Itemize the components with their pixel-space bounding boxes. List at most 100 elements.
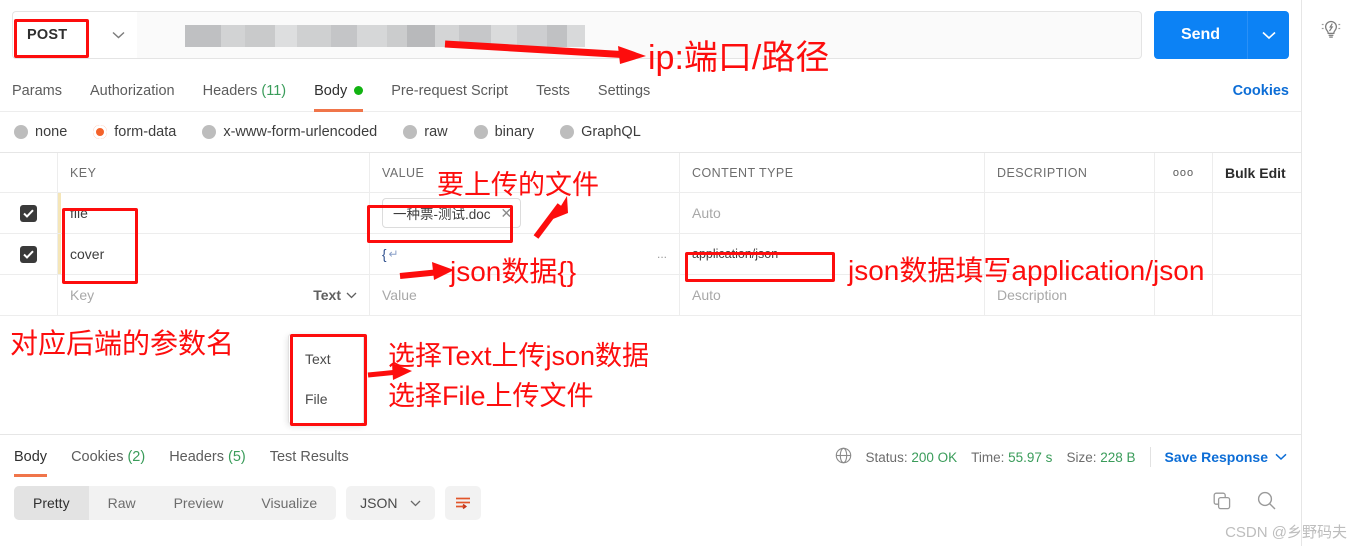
- response-tab-headers[interactable]: Headers (5): [169, 435, 246, 479]
- divider: [1149, 447, 1151, 467]
- response-tab-test-results-label: Test Results: [269, 449, 349, 465]
- body-type-raw-label: raw: [424, 124, 448, 140]
- size-text: Size: 228 B: [1066, 449, 1136, 465]
- body-type-binary[interactable]: binary: [473, 124, 534, 140]
- format-pretty[interactable]: Pretty: [14, 486, 89, 520]
- tab-headers[interactable]: Headers (11): [203, 70, 287, 112]
- response-pane: Body Cookies (2) Headers (5) Test Result…: [0, 434, 1301, 546]
- table-row: file 一种票-测试.doc ✕ Auto: [0, 193, 1301, 234]
- value-type-selector[interactable]: Text: [313, 287, 357, 303]
- tab-params[interactable]: Params: [12, 70, 62, 112]
- radio-icon: [14, 125, 28, 139]
- file-remove-icon[interactable]: ✕: [501, 206, 513, 220]
- body-type-graphql[interactable]: GraphQL: [560, 124, 641, 140]
- response-tab-cookies-count: (2): [127, 449, 146, 465]
- row-checkbox-file[interactable]: [20, 204, 37, 222]
- send-options-button[interactable]: [1247, 11, 1289, 59]
- wrap-text-icon: [455, 497, 470, 510]
- tab-tests[interactable]: Tests: [536, 70, 570, 112]
- tab-body-label: Body: [314, 82, 348, 99]
- newline-glyph-icon: ↵: [388, 247, 399, 261]
- response-actions: [1212, 490, 1287, 516]
- tab-pre-request-script-label: Pre-request Script: [391, 82, 509, 99]
- save-response-button[interactable]: Save Response: [1165, 449, 1288, 465]
- main-column: POST Send Params Authorization Headers (…: [0, 0, 1301, 546]
- send-button[interactable]: Send: [1154, 11, 1247, 59]
- file-chip[interactable]: 一种票-测试.doc ✕: [382, 198, 522, 228]
- save-response-label: Save Response: [1164, 449, 1269, 465]
- response-tab-body[interactable]: Body: [14, 435, 48, 479]
- body-type-graphql-label: GraphQL: [581, 124, 641, 140]
- header-content-type: CONTENT TYPE: [692, 165, 794, 180]
- dropdown-option-text[interactable]: Text: [289, 339, 363, 379]
- table-options-icon[interactable]: ooo: [1173, 167, 1194, 179]
- watermark: CSDN @乡野码夫: [1225, 524, 1347, 541]
- body-type-none[interactable]: none: [14, 124, 67, 140]
- empty-key-placeholder[interactable]: Key: [70, 287, 94, 303]
- time-value: 55.97 s: [1008, 449, 1053, 465]
- response-tab-headers-count: (5): [228, 449, 246, 465]
- http-method-label: POST: [27, 27, 68, 43]
- url-input[interactable]: [137, 11, 1142, 59]
- empty-value-placeholder[interactable]: Value: [382, 287, 417, 303]
- row-content-type-file[interactable]: Auto: [692, 205, 721, 221]
- response-format-bar: Pretty Raw Preview Visualize JSON: [0, 479, 1301, 527]
- blurred-url-text: [185, 25, 605, 47]
- form-data-table: KEY VALUE CONTENT TYPE DESCRIPTION ooo B…: [0, 152, 1301, 316]
- format-visualize[interactable]: Visualize: [242, 486, 336, 520]
- dropdown-option-file[interactable]: File: [289, 379, 363, 419]
- header-key: KEY: [70, 165, 97, 180]
- tab-settings[interactable]: Settings: [598, 70, 650, 112]
- row-active-marker: [58, 234, 61, 274]
- globe-icon: [835, 447, 852, 467]
- row-active-marker: [58, 193, 61, 233]
- tab-body[interactable]: Body: [314, 70, 364, 112]
- tab-settings-label: Settings: [597, 82, 651, 99]
- row-key-cover[interactable]: cover: [70, 246, 104, 262]
- radio-icon: [202, 125, 217, 139]
- body-type-form-data[interactable]: form-data: [93, 124, 176, 140]
- response-format-tabs: Pretty Raw Preview Visualize: [14, 486, 337, 520]
- body-type-urlencoded-label: x-www-form-urlencoded: [223, 124, 378, 140]
- radio-icon: [473, 125, 488, 139]
- response-tabs: Body Cookies (2) Headers (5) Test Result…: [0, 435, 1301, 479]
- bulk-edit-button[interactable]: Bulk Edit: [1225, 165, 1286, 181]
- lightbulb-icon[interactable]: [1316, 14, 1346, 44]
- tab-authorization[interactable]: Authorization: [90, 70, 175, 112]
- tab-tests-label: Tests: [536, 82, 570, 99]
- search-icon[interactable]: [1256, 490, 1277, 516]
- time-text: Time: 55.97 s: [971, 449, 1053, 465]
- table-header-row: KEY VALUE CONTENT TYPE DESCRIPTION ooo B…: [0, 153, 1301, 193]
- row-value-cover[interactable]: {: [382, 247, 387, 262]
- body-type-urlencoded[interactable]: x-www-form-urlencoded: [202, 124, 377, 140]
- http-method-selector[interactable]: POST: [12, 11, 137, 59]
- row-checkbox-cover[interactable]: [20, 245, 37, 263]
- tab-params-label: Params: [12, 82, 62, 99]
- body-type-raw[interactable]: raw: [403, 124, 448, 140]
- cookies-link[interactable]: Cookies: [1233, 83, 1289, 99]
- format-preview[interactable]: Preview: [155, 486, 243, 520]
- tab-authorization-label: Authorization: [89, 82, 175, 99]
- body-modified-dot-icon: [354, 86, 364, 95]
- send-button-group: Send: [1154, 11, 1289, 59]
- word-wrap-button[interactable]: [444, 486, 481, 520]
- response-language-selector[interactable]: JSON: [346, 486, 435, 520]
- request-tabs: Params Authorization Headers (11) Body P…: [0, 70, 1301, 112]
- header-checkbox-cell: [0, 153, 58, 192]
- row-key-file[interactable]: file: [70, 205, 88, 221]
- body-type-form-data-label: form-data: [114, 124, 177, 140]
- tab-pre-request-script[interactable]: Pre-request Script: [391, 70, 508, 112]
- request-url-row: POST Send: [0, 0, 1301, 70]
- right-sidebar: [1301, 0, 1359, 546]
- table-row: cover { ↵ ...: [0, 234, 1301, 275]
- response-tab-test-results[interactable]: Test Results: [270, 435, 349, 479]
- copy-icon[interactable]: [1212, 491, 1232, 516]
- row-content-type-cover-input[interactable]: [692, 247, 842, 261]
- response-tab-cookies[interactable]: Cookies (2): [71, 435, 145, 479]
- status-value: 200 OK: [911, 449, 958, 465]
- empty-content-type-placeholder[interactable]: Auto: [692, 287, 721, 303]
- body-type-radio-group: none form-data x-www-form-urlencoded raw…: [0, 112, 1301, 152]
- format-raw[interactable]: Raw: [89, 486, 155, 520]
- response-tab-headers-label: Headers: [169, 449, 224, 465]
- empty-description-placeholder[interactable]: Description: [997, 287, 1067, 303]
